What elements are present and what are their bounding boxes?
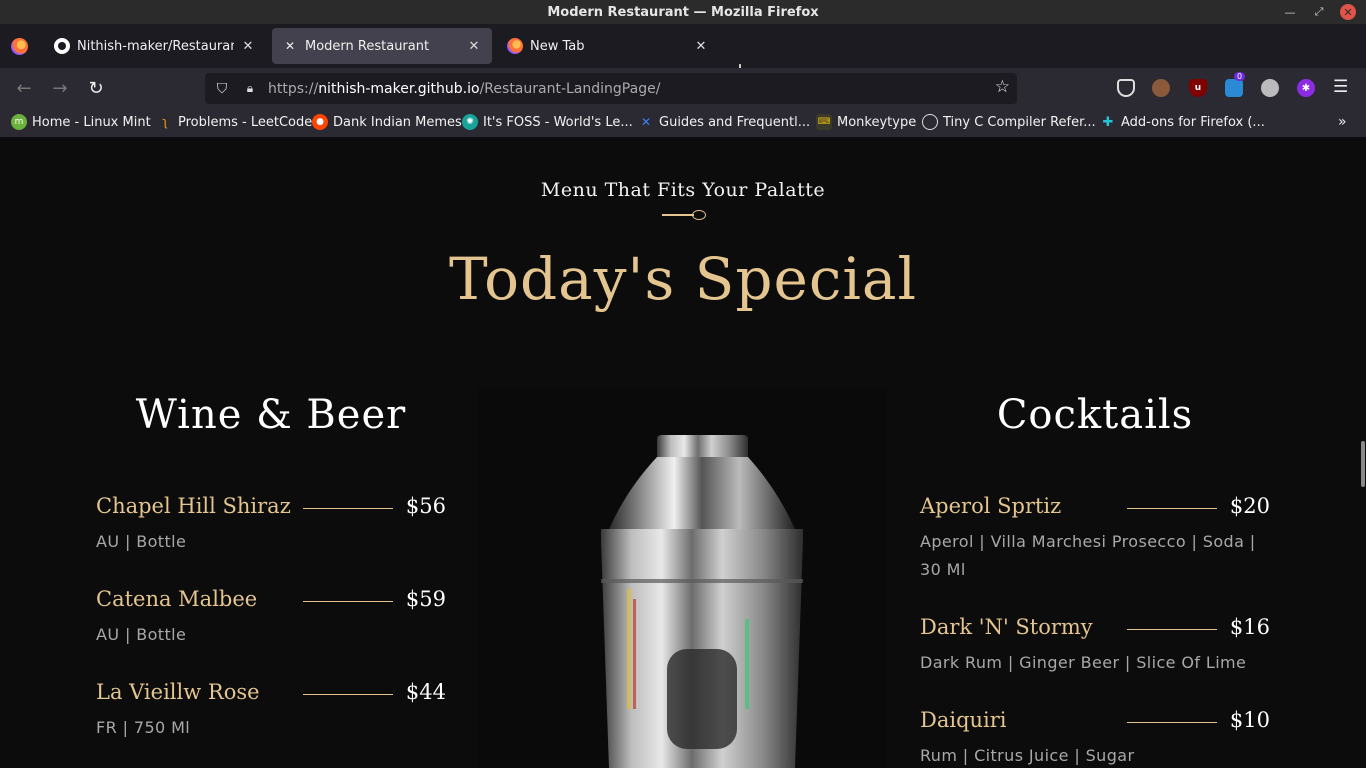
menu-item-desc: Aperol | Villa Marchesi Prosecco | Soda … [920,532,1256,579]
spoon-divider-icon [662,210,706,220]
cocktail-shaker-image [477,389,887,768]
web-page: Menu That Fits Your Palatte Today's Spec… [0,137,1366,768]
bookmark-tiny-c-compiler[interactable]: Tiny C Compiler Refer... [922,114,1096,130]
url-bar[interactable]: ⛉ 🔒︎ https://nithish-maker.github.io/Res… [205,73,1017,104]
menu-item-desc: Dark Rum | Ginger Beer | Slice Of Lime [920,653,1247,672]
bookmark-guides-faq[interactable]: ✕ Guides and Frequentl... [638,114,810,130]
menu-item-divider [303,508,393,509]
ublock-origin-icon[interactable]: u [1189,79,1207,97]
tab-strip: Nithish-maker/Restaurant-L ✕ ✕ Modern Re… [0,24,1366,82]
more-bookmarks-chevron-icon[interactable]: » [1338,114,1347,130]
tab-close-icon[interactable]: ✕ [693,38,709,54]
wine-beer-heading: Wine & Beer [135,392,407,438]
cocktails-heading: Cocktails [996,392,1194,438]
leetcode-icon: ʅ [162,115,168,129]
menu-item-divider [303,694,393,695]
tab-new-tab[interactable]: New Tab ✕ [497,28,719,64]
tracking-shield-icon[interactable]: ⛉ [213,81,231,97]
menu-item-name: La Vieillw Rose [96,680,260,704]
bookmark-its-foss[interactable]: ✺ It's FOSS - World's Le... [462,114,633,130]
cookie-icon[interactable] [1152,79,1170,97]
fork-knife-icon: ✕ [284,39,296,53]
firefox-icon [507,38,523,54]
puzzle-piece-icon: ✚ [1102,114,1114,130]
github-icon [54,38,70,54]
menu-item-name: Catena Malbee [96,587,258,611]
section-title: Today's Special [448,245,918,313]
menu-item-divider [1127,722,1217,723]
bookmarks-toolbar: m Home - Linux Mint ʅ Problems - LeetCode … [0,109,1366,137]
menu-item-name: Chapel Hill Shiraz [96,494,291,518]
section-subtitle: Menu That Fits Your Palatte [540,179,826,201]
tab-modern-restaurant[interactable]: ✕ Modern Restaurant ✕ [272,28,492,64]
menu-item-divider [303,601,393,602]
tab-label: Nithish-maker/Restaurant-L [77,38,234,54]
guides-icon: ✕ [640,115,652,129]
menu-item-name: Daiquiri [920,708,1007,732]
hamburger-menu-icon[interactable]: ☰ [1333,77,1348,97]
window-title: Modern Restaurant — Mozilla Firefox [547,4,819,20]
tab-close-icon[interactable]: ✕ [466,38,482,54]
bookmark-addons-firefox[interactable]: ✚ Add-ons for Firefox (... [1100,114,1265,130]
bookmark-monkeytype[interactable]: ⌨ Monkeytype [816,114,916,130]
forward-arrow-icon[interactable]: → [49,78,71,100]
reload-icon[interactable]: ↻ [85,78,107,100]
extension-badge: 0 [1234,72,1246,81]
tab-label: New Tab [530,38,585,54]
menu-item-price: $59 [405,587,446,611]
menu-item-price: $56 [405,494,446,518]
tab-github[interactable]: Nithish-maker/Restaurant-L ✕ [44,28,266,64]
globe-icon [922,114,938,130]
todo-extension-icon[interactable]: 0 [1225,72,1246,97]
its-foss-icon: ✺ [462,114,478,130]
navigation-toolbar: ← → ↻ ⛉ 🔒︎ https://nithish-maker.github.… [0,68,1366,109]
menu-item-name: Dark 'N' Stormy [920,615,1093,639]
window-close-icon[interactable]: ✕ [1340,4,1356,20]
menu-item-desc: Rum | Citrus Juice | Sugar [920,746,1135,765]
lock-icon[interactable]: 🔒︎ [241,81,259,96]
bookmark-star-icon[interactable]: ☆ [995,77,1010,97]
maximize-icon[interactable]: ⤢ [1311,4,1327,20]
reddit-icon: ● [312,114,328,130]
devtools-extension-icon[interactable] [1261,79,1279,97]
menu-item-desc: FR | 750 Ml [96,718,191,737]
menu-item-desc: AU | Bottle [96,532,187,551]
window-titlebar: Modern Restaurant — Mozilla Firefox — ⤢ … [0,0,1366,24]
url-text[interactable]: https://nithish-maker.github.io/Restaura… [268,81,660,97]
page-scrollbar-thumb[interactable] [1361,441,1365,487]
menu-item-price: $44 [405,680,446,704]
menu-item-price: $10 [1229,708,1270,732]
menu-item-desc: AU | Bottle [96,625,187,644]
pocket-icon[interactable] [1117,79,1135,97]
minimize-icon[interactable]: — [1282,4,1298,20]
menu-item-price: $20 [1229,494,1270,518]
menu-item-name: Aperol Sprtiz [920,494,1062,518]
snowflake-extension-icon[interactable]: ✱ [1297,79,1315,97]
bookmark-leetcode[interactable]: ʅ Problems - LeetCode [157,114,312,130]
tab-close-icon[interactable]: ✕ [240,38,256,54]
menu-item-price: $16 [1229,615,1270,639]
monkeytype-icon: ⌨ [816,114,832,130]
back-arrow-icon[interactable]: ← [13,78,35,100]
tab-label: Modern Restaurant [305,38,430,54]
linux-mint-icon: m [11,114,27,130]
menu-item-divider [1127,508,1217,509]
firefox-view-icon[interactable] [11,38,28,55]
menu-item-divider [1127,629,1217,630]
bookmark-linux-mint[interactable]: m Home - Linux Mint [11,114,151,130]
bookmark-dank-indian-memes[interactable]: ● Dank Indian Memes [312,114,462,130]
